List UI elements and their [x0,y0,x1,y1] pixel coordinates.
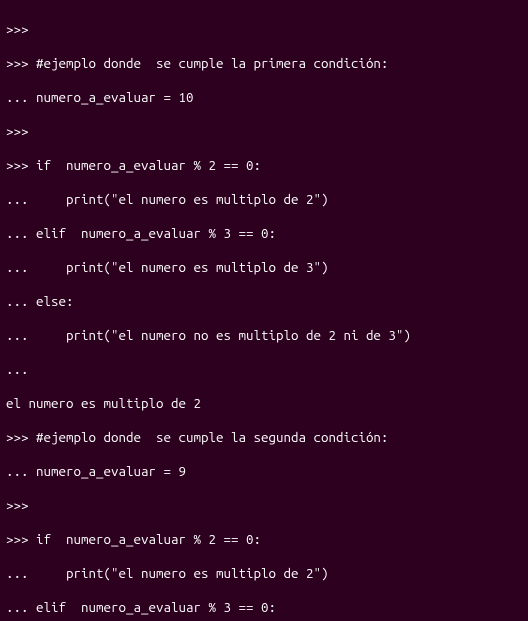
terminal-line: >>> #ejemplo donde se cumple la segunda … [6,429,522,446]
terminal-line: ... elif numero_a_evaluar % 3 == 0: [6,599,522,616]
terminal-line: ... numero_a_evaluar = 10 [6,89,522,106]
terminal-line: ... print("el numero no es multiplo de 2… [6,327,522,344]
terminal-line: >>> if numero_a_evaluar % 2 == 0: [6,531,522,548]
terminal-line: >>> #ejemplo donde se cumple la primera … [6,55,522,72]
terminal-line: ... print("el numero es multiplo de 3") [6,259,522,276]
terminal-line: el numero es multiplo de 2 [6,395,522,412]
terminal-line: ... [6,361,522,378]
terminal-line: >>> [6,21,522,38]
terminal-line: ... print("el numero es multiplo de 2") [6,565,522,582]
terminal[interactable]: >>> >>> #ejemplo donde se cumple la prim… [0,0,528,621]
terminal-line: ... elif numero_a_evaluar % 3 == 0: [6,225,522,242]
terminal-line: >>> [6,123,522,140]
terminal-line: >>> [6,497,522,514]
terminal-line: ... else: [6,293,522,310]
terminal-line: >>> if numero_a_evaluar % 2 == 0: [6,157,522,174]
terminal-line: ... print("el numero es multiplo de 2") [6,191,522,208]
terminal-line: ... numero_a_evaluar = 9 [6,463,522,480]
